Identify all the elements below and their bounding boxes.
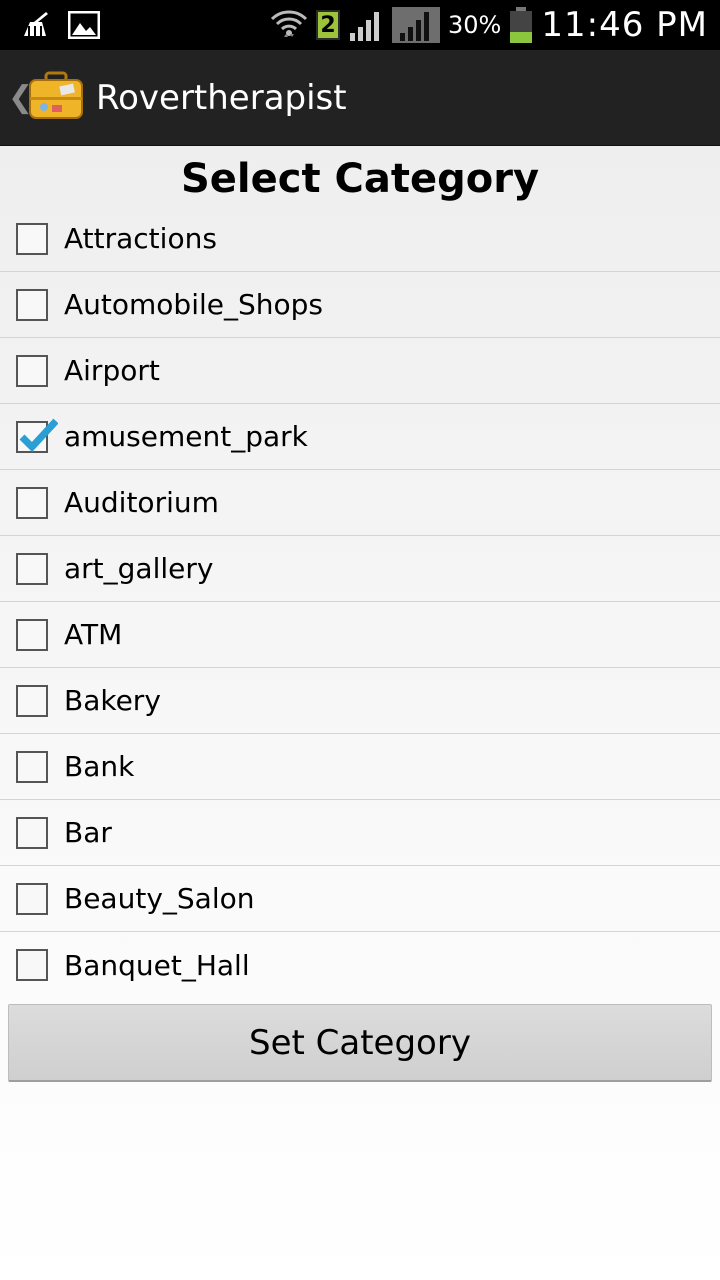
signal-icon — [348, 9, 384, 41]
category-checkbox[interactable] — [16, 486, 48, 519]
category-label: art_gallery — [64, 552, 214, 585]
category-checkbox[interactable] — [16, 552, 48, 585]
app-title: Rovertherapist — [96, 77, 347, 118]
status-bar-left — [20, 10, 100, 40]
category-checkbox[interactable] — [16, 288, 48, 321]
category-list: Attractions Automobile_Shops Airport amu… — [0, 206, 720, 998]
category-checkbox[interactable] — [16, 618, 48, 651]
category-label: amusement_park — [64, 420, 308, 453]
category-label: ATM — [64, 618, 123, 651]
signal-icon-2 — [392, 7, 441, 43]
category-label: Bank — [64, 750, 135, 783]
category-row[interactable]: ATM — [0, 602, 720, 668]
status-bar-right: 2 30% 11:46 PM — [270, 5, 708, 45]
category-row[interactable]: Bank — [0, 734, 720, 800]
suitcase-icon[interactable] — [28, 71, 84, 125]
category-row[interactable]: Beauty_Salon — [0, 866, 720, 932]
category-row[interactable]: Attractions — [0, 206, 720, 272]
category-checkbox[interactable] — [16, 222, 48, 255]
wifi-icon — [270, 7, 308, 43]
category-checkbox[interactable] — [16, 418, 58, 453]
battery-percent: 30% — [448, 11, 502, 39]
category-checkbox[interactable] — [16, 816, 48, 849]
image-icon — [68, 11, 100, 39]
category-row[interactable]: Auditorium — [0, 470, 720, 536]
category-label: Automobile_Shops — [64, 288, 323, 321]
category-label: Banquet_Hall — [64, 948, 250, 982]
category-checkbox[interactable] — [16, 882, 48, 915]
category-row[interactable]: art_gallery — [0, 536, 720, 602]
category-row[interactable]: Airport — [0, 338, 720, 404]
category-checkbox[interactable] — [16, 354, 48, 387]
category-row[interactable]: amusement_park — [0, 404, 720, 470]
page-title: Select Category — [180, 156, 540, 202]
sim-badge-icon: 2 — [316, 10, 341, 40]
category-label: Airport — [64, 354, 160, 387]
checkmark-icon — [19, 418, 58, 452]
category-label: Bar — [64, 816, 112, 849]
category-row[interactable]: Bar — [0, 800, 720, 866]
battery-icon — [509, 7, 533, 43]
category-label: Bakery — [64, 684, 161, 717]
category-row[interactable]: Bakery — [0, 668, 720, 734]
category-label: Attractions — [64, 222, 217, 255]
category-row[interactable]: Banquet_Hall — [0, 932, 720, 998]
status-bar: 2 30% 11:46 PM — [0, 0, 720, 50]
clock: 11:46 PM — [541, 5, 708, 45]
category-label: Auditorium — [64, 486, 219, 519]
action-bar: ❮ Rovertherapist — [0, 50, 720, 146]
category-row[interactable]: Automobile_Shops — [0, 272, 720, 338]
category-checkbox[interactable] — [16, 949, 48, 981]
set-category-button[interactable]: Set Category — [8, 1004, 712, 1082]
category-label: Beauty_Salon — [64, 882, 255, 915]
back-caret-icon[interactable]: ❮ — [8, 80, 33, 115]
cleaner-icon — [20, 10, 54, 40]
category-checkbox[interactable] — [16, 750, 48, 783]
category-checkbox[interactable] — [16, 684, 48, 717]
